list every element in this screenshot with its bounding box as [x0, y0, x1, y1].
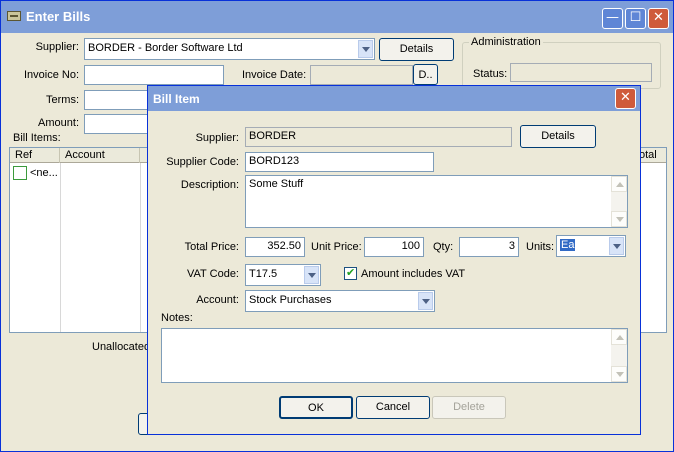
maximize-button[interactable]: ☐: [625, 8, 646, 29]
vat-code-combobox[interactable]: T17.5: [245, 264, 321, 286]
vat-code-label: VAT Code:: [187, 268, 239, 280]
unit-price-input[interactable]: 100: [364, 237, 424, 257]
close-button[interactable]: ✕: [648, 8, 669, 29]
close-icon: ✕: [653, 10, 664, 25]
amount-input[interactable]: [84, 114, 154, 134]
invoice-date-label: Invoice Date:: [242, 69, 307, 81]
account-dropdown-icon[interactable]: [418, 292, 433, 310]
bill-item-dialog: Bill Item ✕ Supplier: BORDER Details Sup…: [147, 85, 641, 435]
scroll-up-icon[interactable]: [611, 329, 627, 345]
invoice-date-input[interactable]: [310, 65, 413, 85]
total-price-input[interactable]: 352.50: [245, 237, 305, 257]
column-header-ref[interactable]: Ref: [10, 148, 60, 163]
notes-scrollbar[interactable]: [611, 329, 627, 382]
vat-code-value: T17.5: [249, 268, 278, 280]
supplier-combobox[interactable]: BORDER - Border Software Ltd: [84, 38, 375, 60]
scroll-up-icon[interactable]: [611, 176, 627, 192]
account-label: Account:: [196, 294, 239, 306]
supplier-value: BORDER - Border Software Ltd: [88, 42, 243, 54]
terms-input[interactable]: [84, 90, 154, 110]
terms-label: Terms:: [46, 94, 79, 106]
column-divider: [60, 163, 61, 332]
status-label: Status:: [473, 68, 508, 80]
total-price-label: Total Price:: [184, 241, 239, 253]
supplier-label: Supplier:: [35, 41, 79, 53]
dialog-details-button[interactable]: Details: [520, 125, 596, 148]
dialog-supplier-field: BORDER: [245, 127, 512, 147]
scroll-down-icon[interactable]: [611, 366, 627, 382]
cancel-button[interactable]: Cancel: [356, 396, 430, 419]
app-icon: [7, 11, 21, 21]
supplier-code-input[interactable]: BORD123: [245, 152, 434, 172]
unit-price-label: Unit Price:: [311, 241, 362, 253]
dialog-close-button[interactable]: ✕: [615, 88, 636, 109]
units-value: Ea: [560, 239, 576, 251]
supplier-dropdown-icon[interactable]: [358, 40, 373, 58]
qty-input[interactable]: 3: [459, 237, 519, 257]
account-value: Stock Purchases: [249, 294, 332, 306]
supplier-code-label: Supplier Code:: [166, 156, 239, 168]
amount-includes-vat-checkbox[interactable]: [344, 266, 357, 280]
status-field: [510, 63, 652, 82]
scroll-down-icon[interactable]: [611, 211, 627, 227]
dialog-title: Bill Item: [153, 92, 200, 106]
units-combobox[interactable]: Ea: [556, 235, 626, 257]
description-scrollbar[interactable]: [611, 176, 627, 227]
column-header-account[interactable]: Account: [60, 148, 140, 163]
main-window-title: Enter Bills: [26, 9, 91, 24]
close-icon: ✕: [620, 90, 631, 105]
dialog-titlebar[interactable]: Bill Item ✕: [148, 86, 640, 111]
qty-label: Qty:: [433, 241, 454, 253]
bill-items-label: Bill Items:: [13, 132, 61, 144]
notes-textarea[interactable]: [161, 328, 628, 383]
amount-label: Amount:: [38, 117, 79, 129]
column-divider: [140, 163, 141, 332]
row-ref-cell: <ne...: [30, 167, 58, 179]
dialog-supplier-label: Supplier:: [195, 132, 239, 144]
new-row-icon: [13, 166, 27, 180]
vat-code-dropdown-icon[interactable]: [304, 266, 319, 284]
main-titlebar[interactable]: Enter Bills — ☐ ✕: [1, 1, 673, 33]
delete-button[interactable]: Delete: [432, 396, 506, 419]
account-combobox[interactable]: Stock Purchases: [245, 290, 435, 312]
minimize-icon: —: [606, 10, 619, 25]
ok-button[interactable]: OK: [279, 396, 353, 419]
invoice-no-input[interactable]: [84, 65, 224, 85]
units-label: Units:: [526, 241, 555, 253]
description-value: Some Stuff: [249, 178, 304, 190]
description-label: Description:: [180, 179, 239, 191]
invoice-date-picker-button[interactable]: D..: [413, 64, 438, 85]
notes-label: Notes:: [161, 312, 193, 324]
maximize-icon: ☐: [629, 10, 642, 25]
description-textarea[interactable]: Some Stuff: [245, 175, 628, 228]
amount-includes-vat-label[interactable]: Amount includes VAT: [361, 268, 465, 280]
unallocated-label: Unallocated: [92, 341, 151, 353]
minimize-button[interactable]: —: [602, 8, 623, 29]
units-dropdown-icon[interactable]: [609, 237, 624, 255]
invoice-no-label: Invoice No:: [23, 69, 79, 81]
supplier-details-button[interactable]: Details: [379, 38, 454, 61]
administration-label: Administration: [469, 36, 543, 48]
